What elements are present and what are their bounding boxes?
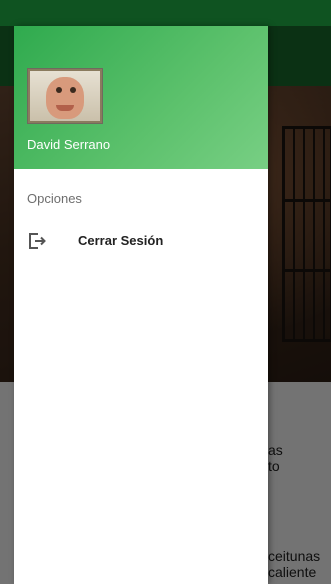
logout-menu-item[interactable]: Cerrar Sesión: [14, 224, 268, 258]
user-name: David Serrano: [27, 137, 111, 152]
logout-label: Cerrar Sesión: [78, 233, 164, 248]
navigation-drawer: David Serrano Opciones Cerrar Sesión: [14, 26, 268, 584]
section-title-opciones: Opciones: [27, 191, 82, 206]
logout-icon: [27, 231, 47, 251]
drawer-header: David Serrano: [14, 26, 268, 169]
avatar-frame: [28, 69, 102, 123]
avatar[interactable]: [27, 68, 103, 124]
